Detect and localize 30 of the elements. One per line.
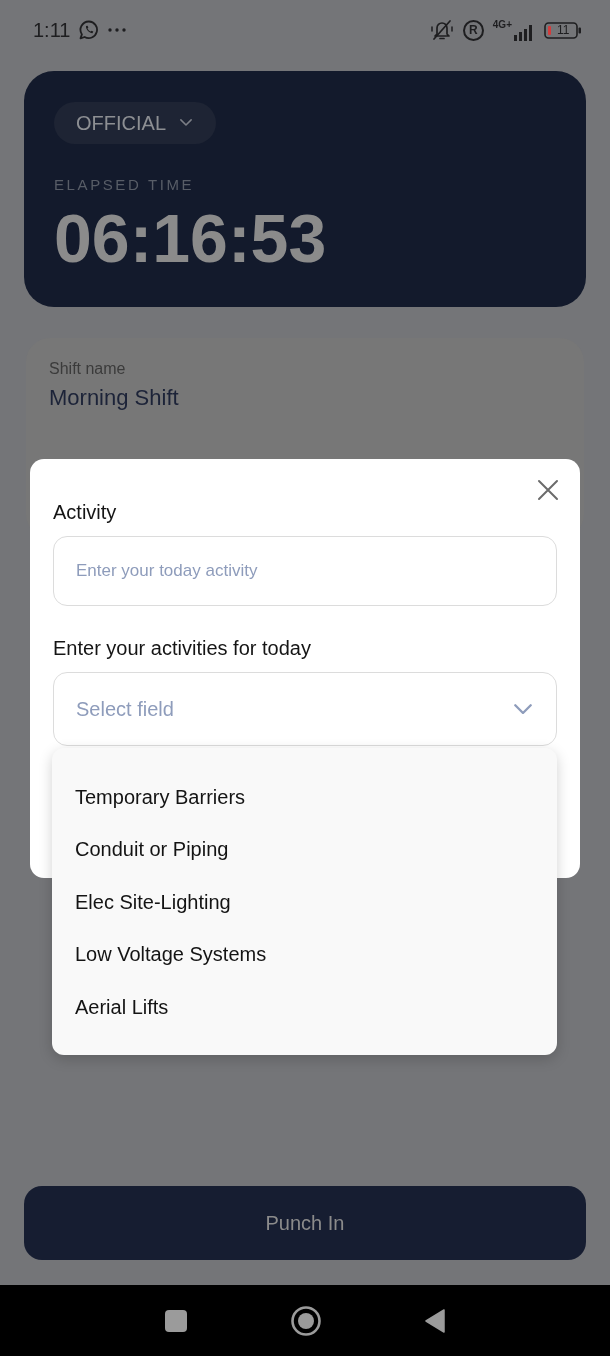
- activity-option[interactable]: Temporary Barriers: [52, 771, 557, 824]
- activity-input[interactable]: Enter your today activity: [53, 536, 557, 606]
- chevron-down-icon: [180, 119, 192, 127]
- punch-in-button[interactable]: Punch In: [24, 1186, 586, 1260]
- activity-option[interactable]: Low Voltage Systems: [52, 928, 557, 981]
- chevron-down-icon: [514, 703, 532, 715]
- activity-option[interactable]: Conduit or Piping: [52, 823, 557, 876]
- elapsed-label: ELAPSED TIME: [54, 177, 195, 192]
- network-type: 4G+: [492, 20, 512, 30]
- mode-dropdown[interactable]: OFFICIAL: [54, 102, 216, 144]
- battery-icon: [544, 21, 582, 39]
- close-icon: [537, 479, 559, 501]
- activity-label: Activity: [53, 500, 117, 524]
- shift-name-label: Shift name: [49, 360, 126, 378]
- battery-percent: 11: [557, 23, 570, 37]
- activity-option[interactable]: Elec Site-Lighting: [52, 876, 557, 929]
- home-circle-icon[interactable]: [291, 1305, 321, 1336]
- elapsed-time: 06:16:53: [54, 204, 327, 272]
- status-time: 1:11: [33, 20, 71, 40]
- activity-option[interactable]: Aerial Lifts: [52, 981, 557, 1034]
- roaming-indicator: R: [462, 19, 484, 41]
- signal-icon: [513, 25, 535, 41]
- shift-name-value: Morning Shift: [49, 385, 179, 411]
- recents-square-icon[interactable]: [165, 1309, 187, 1332]
- bell-off-icon: [429, 19, 454, 41]
- chat-bubble-icon: [79, 20, 100, 40]
- more-dots-icon: [108, 28, 127, 32]
- close-button[interactable]: [537, 479, 559, 501]
- activities-label: Enter your activities for today: [53, 636, 311, 660]
- back-triangle-icon[interactable]: [425, 1308, 445, 1333]
